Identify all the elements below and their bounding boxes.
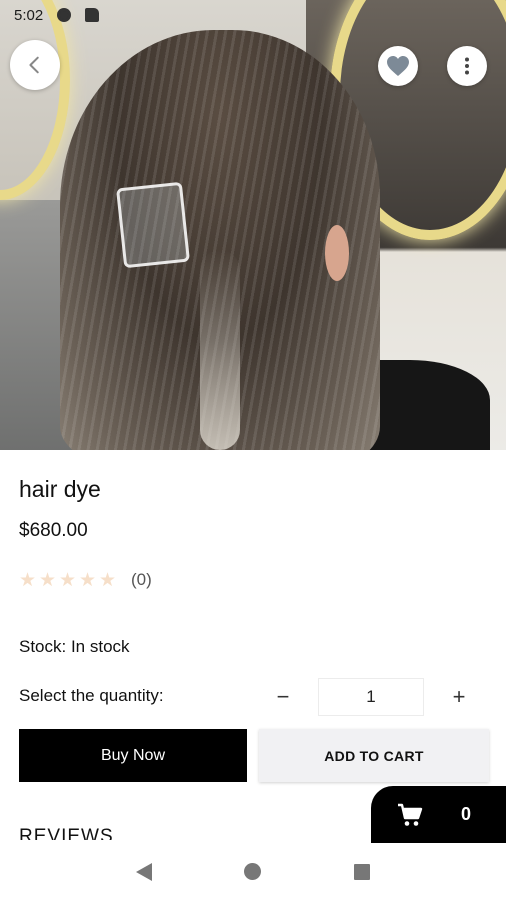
rating-stars: ★ ★ ★ ★ ★ (0) [19, 570, 152, 590]
heart-icon [387, 56, 409, 76]
star-icon: ★ [99, 569, 117, 591]
gear-icon [57, 8, 72, 22]
nav-home-icon[interactable] [244, 863, 262, 880]
chevron-left-icon [29, 56, 39, 74]
quantity-label: Select the quantity: [19, 686, 164, 705]
back-button[interactable] [10, 40, 60, 90]
product-title: hair dye [19, 476, 101, 502]
quantity-increase-button[interactable]: + [444, 682, 474, 712]
star-icon: ★ [39, 569, 57, 591]
more-vertical-icon [465, 57, 469, 75]
cart-icon [398, 803, 423, 826]
nav-back-icon[interactable] [136, 862, 153, 881]
star-icon: ★ [19, 569, 37, 591]
nav-recents-icon[interactable] [353, 863, 370, 880]
quantity-input[interactable]: 1 [318, 678, 424, 716]
buy-now-button[interactable]: Buy Now [19, 729, 247, 782]
stock-status: Stock: In stock [19, 637, 130, 656]
system-nav-bar [0, 843, 506, 900]
star-icon: ★ [59, 569, 77, 591]
favorite-button[interactable] [378, 46, 418, 86]
quantity-decrease-button[interactable]: − [268, 682, 298, 712]
status-time: 5:02 [14, 6, 44, 24]
cart-button[interactable]: 0 [371, 786, 506, 843]
reviews-heading: REVIEWS [19, 826, 114, 840]
star-icon: ★ [79, 569, 97, 591]
sd-card-icon [85, 8, 100, 22]
rating-count: (0) [131, 570, 152, 589]
add-to-cart-button[interactable]: ADD TO CART [259, 729, 489, 782]
more-options-button[interactable] [447, 46, 487, 86]
cart-count: 0 [461, 804, 472, 824]
product-price: $680.00 [19, 520, 88, 541]
product-image [0, 0, 506, 450]
status-bar: 5:02 [0, 0, 506, 30]
